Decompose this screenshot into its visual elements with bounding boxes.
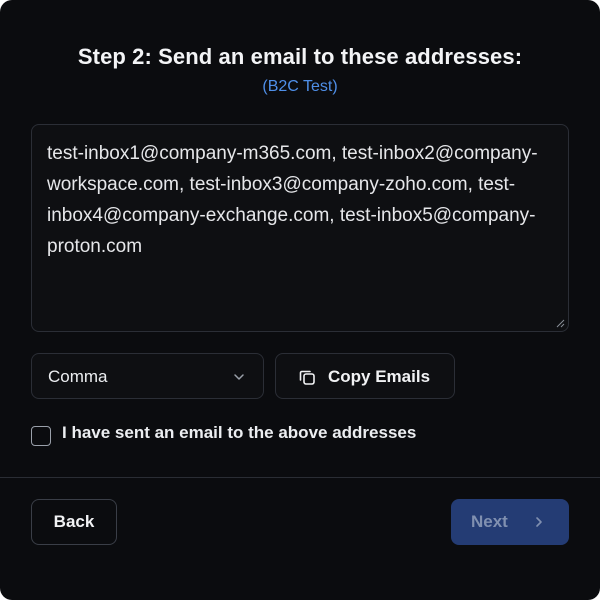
separator-select[interactable]: Comma — [31, 353, 264, 399]
wizard-card: Step 2: Send an email to these addresses… — [0, 0, 600, 600]
footer-divider — [0, 477, 600, 478]
next-button-label: Next — [471, 512, 508, 531]
back-button[interactable]: Back — [31, 499, 117, 545]
next-button[interactable]: Next — [451, 499, 569, 545]
copy-icon — [299, 370, 315, 385]
sent-confirmation-label[interactable]: I have sent an email to the above addres… — [62, 423, 416, 443]
chevron-right-icon — [536, 517, 542, 527]
separator-select-value: Comma — [48, 367, 108, 386]
emails-textarea[interactable]: test-inbox1@company-m365.com, test-inbox… — [31, 124, 569, 332]
test-type-subtitle: (B2C Test) — [262, 78, 338, 95]
copy-emails-button[interactable]: Copy Emails — [275, 353, 455, 399]
step-title: Step 2: Send an email to these addresses… — [77, 44, 523, 69]
resize-handle-icon[interactable] — [555, 318, 565, 328]
copy-emails-label: Copy Emails — [328, 367, 431, 386]
chevron-down-icon — [234, 374, 244, 380]
sent-confirmation-checkbox[interactable] — [31, 426, 51, 446]
